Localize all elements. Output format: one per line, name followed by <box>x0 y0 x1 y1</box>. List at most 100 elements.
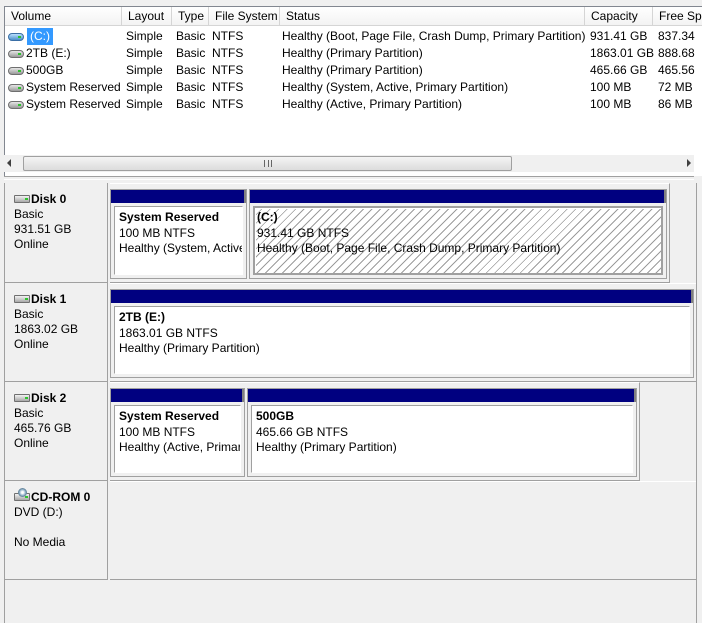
scroll-right-arrow-icon[interactable] <box>687 159 691 167</box>
column-header-volume[interactable]: Volume <box>5 7 122 26</box>
disk-name-text: Disk 1 <box>31 292 67 306</box>
disk-name-text: Disk 0 <box>31 192 67 206</box>
cell-file-system: NTFS <box>212 46 244 60</box>
partition-color-bar <box>250 190 666 203</box>
disk-status: Online <box>14 436 49 450</box>
partition-details[interactable]: 500GB 465.66 GB NTFS Healthy (Primary Part… <box>251 405 633 473</box>
horizontal-scrollbar[interactable] <box>4 155 694 172</box>
partition-name: 500GB <box>256 409 295 423</box>
cell-type: Basic <box>176 63 206 77</box>
icon-led <box>18 36 21 38</box>
pane-splitter[interactable] <box>4 176 694 180</box>
disc-icon <box>18 488 27 497</box>
cell-file-system: NTFS <box>212 29 244 43</box>
disk-status: Online <box>14 237 49 251</box>
cell-type: Basic <box>176 46 206 60</box>
column-header-status[interactable]: Status <box>280 7 585 26</box>
partition[interactable]: 500GB 465.66 GB NTFS Healthy (Primary Part… <box>247 388 637 477</box>
partition-size: 1863.01 GB NTFS <box>119 325 218 340</box>
disk-name: Disk 1 <box>14 292 107 307</box>
column-header-free-space[interactable]: Free Sp <box>653 7 702 26</box>
column-header-layout[interactable]: Layout <box>122 7 172 26</box>
scrollbar-thumb[interactable] <box>23 156 512 171</box>
icon-body <box>8 33 24 41</box>
table-row[interactable]: 500GB Simple Basic NTFS Healthy (Primary Par… <box>5 62 702 79</box>
cell-type: Basic <box>176 97 206 111</box>
disk-map-pane: Disk 0 Basic 931.51 GB Online System Reserve… <box>4 183 698 623</box>
disk-label[interactable]: CD-ROM 0 DVD (D:) No Media <box>5 481 108 580</box>
disk-row: Disk 1 Basic 1863.02 GB Online 2TB (E:) 1863.… <box>5 283 698 382</box>
disk-label[interactable]: Disk 2 Basic 465.76 GB Online <box>5 382 108 481</box>
partition-name: 2TB (E:) <box>119 310 165 324</box>
cell-volume: 500GB <box>26 63 64 77</box>
table-row[interactable]: System Reserved Simple Basic NTFS Healthy (A… <box>5 96 702 113</box>
volume-list[interactable]: Volume Layout Type File System Status Ca… <box>4 6 702 176</box>
cell-file-system: NTFS <box>212 80 244 94</box>
table-row[interactable]: System Reserved Simple Basic NTFS Healthy (S… <box>5 79 702 96</box>
cell-volume: System Reserved <box>26 97 121 111</box>
disk-name: CD-ROM 0 <box>14 488 107 505</box>
vertical-scrollbar-edge[interactable] <box>696 183 702 623</box>
disk-partition-map <box>110 481 698 580</box>
volume-icon <box>8 66 24 75</box>
column-header-file-system[interactable]: File System <box>209 7 280 26</box>
cell-free-space: 72 MB <box>658 80 693 94</box>
icon-led <box>18 53 21 55</box>
scroll-left-arrow-icon[interactable] <box>7 159 11 167</box>
disk-partition-map: 2TB (E:) 1863.01 GB NTFS Healthy (Primary … <box>110 283 698 382</box>
icon-led <box>18 70 21 72</box>
cell-volume: (C:) <box>27 28 53 45</box>
disk-type: Basic <box>14 406 44 420</box>
cell-file-system: NTFS <box>212 97 244 111</box>
partition[interactable]: System Reserved 100 MB NTFS Healthy (Activ… <box>110 388 245 477</box>
partition-details[interactable]: System Reserved 100 MB NTFS Healthy (Syste… <box>114 206 243 275</box>
disk-type: Basic <box>14 207 44 221</box>
partition-details[interactable]: 2TB (E:) 1863.01 GB NTFS Healthy (Primary … <box>114 306 690 374</box>
icon-led <box>25 198 28 200</box>
disk-partition-map: System Reserved 100 MB NTFS Healthy (Activ… <box>110 382 640 481</box>
partition-status: Healthy (Primary Partition) <box>119 341 260 355</box>
disk-status: Online <box>14 337 49 351</box>
partition[interactable]: (C:) 931.41 GB NTFS Healthy (Boot, Page Fi… <box>249 189 667 279</box>
partition-details[interactable]: (C:) 931.41 GB NTFS Healthy (Boot, Page Fi… <box>253 206 663 275</box>
cell-status: Healthy (Boot, Page File, Crash Dump, Pr… <box>282 29 586 43</box>
icon-led <box>18 104 21 106</box>
partition-size: 465.66 GB NTFS <box>256 424 349 439</box>
cell-capacity: 1863.01 GB <box>590 46 655 60</box>
icon-body <box>8 84 24 92</box>
cell-type: Basic <box>176 29 206 43</box>
cell-layout: Simple <box>126 63 163 77</box>
partition-size: 100 MB NTFS <box>119 225 196 240</box>
cell-file-system: NTFS <box>212 63 244 77</box>
partition-status: Healthy (System, Active, Primary Partiti… <box>119 241 242 255</box>
cell-layout: Simple <box>126 97 163 111</box>
disk-icon <box>14 195 31 204</box>
cell-status: Healthy (Active, Primary Partition) <box>282 97 463 111</box>
partition-status: Healthy (Primary Partition) <box>256 440 397 454</box>
column-header-type[interactable]: Type <box>172 7 209 26</box>
cell-layout: Simple <box>126 29 163 43</box>
table-row[interactable]: 2TB (E:) Simple Basic NTFS Healthy (Primary … <box>5 45 702 62</box>
partition[interactable]: System Reserved 100 MB NTFS Healthy (Syste… <box>110 189 247 279</box>
disk-name-text: Disk 2 <box>31 391 67 405</box>
cell-capacity: 100 MB <box>590 97 632 111</box>
column-header-capacity[interactable]: Capacity <box>585 7 653 26</box>
cdrom-icon <box>14 488 31 502</box>
partition-details[interactable]: System Reserved 100 MB NTFS Healthy (Activ… <box>114 405 241 473</box>
cell-layout: Simple <box>126 46 163 60</box>
cell-capacity: 100 MB <box>590 80 632 94</box>
cell-free-space: 465.56 <box>658 63 695 77</box>
disk-icon <box>14 295 31 304</box>
disk-name: Disk 0 <box>14 192 107 207</box>
disk-label[interactable]: Disk 1 Basic 1863.02 GB Online <box>5 283 108 382</box>
partition[interactable]: 2TB (E:) 1863.01 GB NTFS Healthy (Primary … <box>110 289 694 378</box>
partition-name: System Reserved <box>119 210 220 224</box>
disk-size: 465.76 GB <box>14 421 72 435</box>
cell-free-space: 86 MB <box>658 97 693 111</box>
table-row[interactable]: (C:) Simple Basic NTFS Healthy (Boot, Page F… <box>5 28 702 45</box>
disk-row: Disk 0 Basic 931.51 GB Online System Reserve… <box>5 183 697 283</box>
disk-name-text: CD-ROM 0 <box>31 490 91 504</box>
disk-size: 1863.02 GB <box>14 322 79 336</box>
cell-layout: Simple <box>126 80 163 94</box>
disk-label[interactable]: Disk 0 Basic 931.51 GB Online <box>5 183 108 283</box>
